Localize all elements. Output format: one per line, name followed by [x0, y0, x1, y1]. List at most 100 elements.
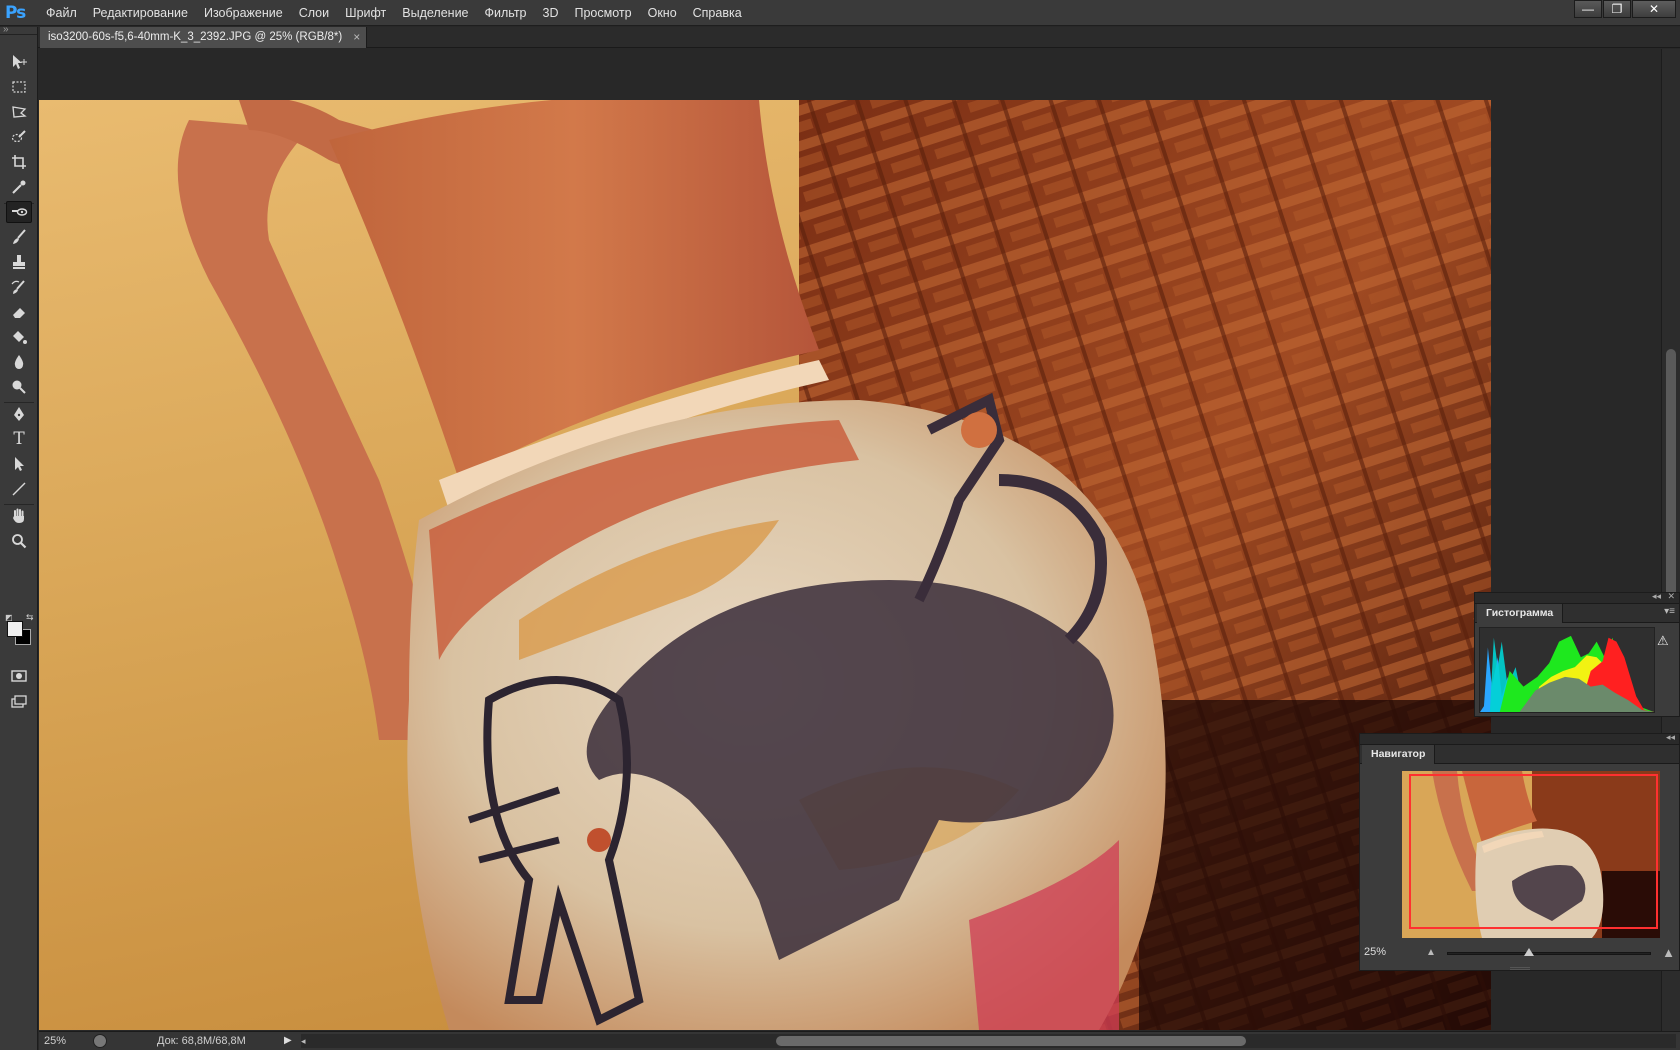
paint-bucket-tool[interactable] — [6, 326, 32, 348]
navigator-zoom-input[interactable]: 25% — [1364, 946, 1386, 958]
type-tool[interactable]: T — [6, 428, 32, 450]
eraser-tool[interactable] — [6, 301, 32, 323]
navigator-resize-grip[interactable] — [1510, 967, 1530, 970]
tools-collapse-icon[interactable]: » — [3, 24, 9, 35]
tab-navigator[interactable]: Навигатор — [1362, 745, 1436, 764]
document-tab[interactable]: iso3200-60s-f5,6-40mm-K_3_2392.JPG @ 25%… — [40, 27, 368, 48]
histogram-chart — [1480, 635, 1654, 712]
navigator-zoom-slider[interactable] — [1447, 948, 1651, 956]
histogram-collapse-icon[interactable]: ◂◂ — [1652, 591, 1661, 602]
status-zoom-level[interactable]: 25% — [44, 1032, 66, 1050]
dodge-icon — [12, 380, 26, 394]
navigator-controls: 25% ▲ ▲ — [1360, 943, 1679, 967]
history-brush-icon — [11, 280, 25, 294]
screen-mode-icon — [11, 695, 27, 708]
pen-icon — [14, 407, 24, 421]
histogram-panel: ◂◂ ✕ Гистограмма ▾≡ ⚠ — [1474, 591, 1680, 717]
type-icon: T — [13, 429, 25, 449]
navigator-collapse-icon[interactable]: ◂◂ — [1666, 732, 1675, 743]
quick-mask-icon — [11, 670, 27, 682]
crop-tool[interactable] — [6, 151, 32, 173]
navigator-panel: ◂◂ Навигатор 25% ▲ ▲ — [1359, 732, 1680, 971]
menu-edit[interactable]: Редактирование — [85, 0, 196, 26]
path-selection-tool[interactable] — [6, 453, 32, 475]
swap-colors-icon[interactable]: ⇆ — [26, 612, 34, 623]
dodge-tool[interactable] — [6, 376, 32, 398]
menu-layers[interactable]: Слои — [291, 0, 337, 26]
lasso-tool[interactable] — [6, 101, 32, 123]
minimize-button[interactable]: — — [1574, 0, 1602, 18]
brush-tool[interactable] — [6, 226, 32, 248]
tab-histogram[interactable]: Гистограмма — [1477, 604, 1564, 623]
color-swatches: ◩ ⇆ — [4, 612, 36, 653]
brush-icon — [13, 229, 26, 244]
eyedropper-icon — [12, 180, 26, 194]
menu-select[interactable]: Выделение — [394, 0, 476, 26]
menu-filter[interactable]: Фильтр — [477, 0, 535, 26]
histogram-graph — [1479, 627, 1655, 713]
menu-file[interactable]: Файл — [38, 0, 85, 26]
menu-image[interactable]: Изображение — [196, 0, 291, 26]
blur-tool[interactable] — [6, 351, 32, 373]
line-tool[interactable] — [6, 478, 32, 500]
clone-stamp-tool[interactable] — [6, 251, 32, 273]
document-tab-close-icon[interactable]: × — [353, 27, 360, 48]
histogram-tab-bar: Гистограмма ▾≡ — [1475, 604, 1679, 623]
pen-tool[interactable] — [6, 403, 32, 425]
clone-stamp-icon — [13, 255, 25, 269]
foreground-color-swatch[interactable] — [7, 621, 23, 637]
menu-view[interactable]: Просмотр — [567, 0, 640, 26]
status-info-icon[interactable] — [93, 1034, 107, 1048]
histogram-close-icon[interactable]: ✕ — [1667, 591, 1675, 602]
crop-icon — [12, 155, 26, 169]
spot-healing-tool[interactable] — [6, 201, 32, 223]
marquee-tool[interactable] — [6, 76, 32, 98]
horizontal-scrollbar-thumb[interactable] — [776, 1036, 1246, 1046]
close-window-button[interactable]: ✕ — [1632, 0, 1676, 18]
marquee-icon — [12, 81, 26, 93]
screen-mode-tool[interactable] — [6, 691, 32, 713]
pottery-photo — [39, 100, 1491, 1030]
quick-selection-icon — [11, 130, 26, 143]
histogram-panel-header-strip[interactable]: ◂◂ ✕ — [1475, 591, 1679, 604]
horizontal-scrollbar[interactable]: ◂ — [301, 1034, 1676, 1048]
tools-panel-grip[interactable]: » — [0, 24, 37, 35]
histogram-panel-menu-icon[interactable]: ▾≡ — [1664, 606, 1675, 617]
zoom-tool[interactable] — [6, 530, 32, 552]
scroll-left-icon[interactable]: ◂ — [301, 1034, 306, 1048]
quick-selection-tool[interactable] — [6, 126, 32, 148]
eyedropper-tool[interactable] — [6, 176, 32, 198]
move-tool[interactable] — [6, 51, 32, 73]
zoom-icon — [12, 534, 27, 549]
lasso-icon — [12, 106, 27, 118]
menu-3d[interactable]: 3D — [535, 0, 567, 26]
status-document-size: Док: 68,8M/68,8M — [157, 1035, 246, 1047]
navigator-zoom-slider-knob[interactable] — [1523, 948, 1534, 956]
move-icon — [13, 55, 27, 69]
menu-window[interactable]: Окно — [640, 0, 685, 26]
restore-button[interactable]: ❐ — [1603, 0, 1631, 18]
document-image[interactable] — [39, 100, 1491, 1030]
paint-bucket-icon — [13, 331, 27, 344]
histogram-warning-icon[interactable]: ⚠ — [1657, 633, 1671, 648]
document-tab-title: iso3200-60s-f5,6-40mm-K_3_2392.JPG @ 25%… — [48, 31, 343, 43]
navigator-tab-bar: Навигатор — [1360, 745, 1679, 764]
navigator-thumbnail[interactable] — [1402, 771, 1660, 938]
menu-type[interactable]: Шрифт — [337, 0, 394, 26]
zoom-out-icon[interactable]: ▲ — [1426, 947, 1436, 958]
menu-bar: Ps Файл Редактирование Изображение Слои … — [0, 0, 1680, 26]
hand-icon — [13, 508, 24, 523]
status-bar: 25% Док: 68,8M/68,8M ▶ ◂ — [39, 1031, 1680, 1050]
navigator-panel-header-strip[interactable]: ◂◂ — [1360, 732, 1679, 745]
status-menu-arrow-icon[interactable]: ▶ — [284, 1032, 292, 1050]
navigator-view-box[interactable] — [1409, 774, 1658, 929]
main-menu: Файл Редактирование Изображение Слои Шри… — [38, 0, 750, 26]
quick-mask-tool[interactable] — [6, 665, 32, 687]
hand-tool[interactable] — [6, 505, 32, 527]
spot-healing-icon — [12, 208, 28, 216]
eraser-icon — [13, 308, 25, 318]
history-brush-tool[interactable] — [6, 276, 32, 298]
menu-help[interactable]: Справка — [685, 0, 750, 26]
zoom-in-icon[interactable]: ▲ — [1662, 945, 1675, 960]
line-icon — [12, 482, 26, 496]
